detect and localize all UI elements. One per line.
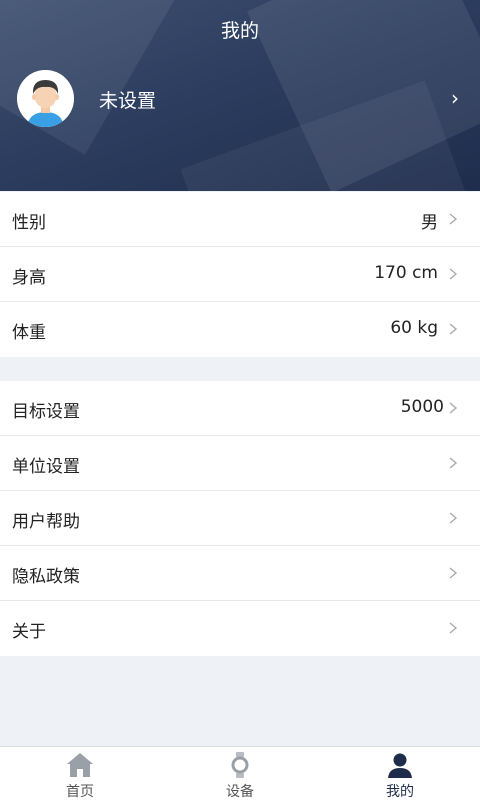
watch-icon xyxy=(231,752,249,778)
row-value: 男 xyxy=(421,213,438,233)
row-label: 性别 xyxy=(12,213,46,233)
tab-home[interactable]: 首页 xyxy=(20,747,140,800)
row-privacy-policy[interactable]: 隐私政策 xyxy=(0,546,480,601)
row-label: 隐私政策 xyxy=(12,567,80,587)
person-icon xyxy=(388,753,412,778)
tab-device[interactable]: 设备 xyxy=(180,747,300,800)
chevron-right-icon xyxy=(449,622,458,634)
tab-label: 设备 xyxy=(226,784,254,800)
row-label: 用户帮助 xyxy=(12,512,80,532)
chevron-right-icon xyxy=(449,457,458,469)
chevron-right-icon xyxy=(449,402,458,414)
profile-header: 我的 未设置 › xyxy=(0,0,480,191)
page-title: 我的 xyxy=(220,20,259,42)
row-value: 170 cm xyxy=(374,263,438,283)
row-unit-settings[interactable]: 单位设置 xyxy=(0,436,480,491)
bottom-tab-bar: 首页 设备 我的 xyxy=(0,746,480,800)
row-label: 关于 xyxy=(12,622,46,642)
row-gender[interactable]: 性别 男 xyxy=(0,192,480,247)
row-goal-settings[interactable]: 目标设置 5000 xyxy=(0,381,480,436)
tab-mine[interactable]: 我的 xyxy=(340,747,460,800)
row-label: 体重 xyxy=(12,323,46,343)
profile-row[interactable]: 未设置 › xyxy=(17,70,467,127)
row-value: 60 kg xyxy=(390,318,438,338)
chevron-right-icon xyxy=(449,323,458,335)
app-settings-group: 目标设置 5000 单位设置 用户帮助 隐私政策 关于 xyxy=(0,381,480,656)
row-value: 5000 xyxy=(400,397,444,417)
row-about[interactable]: 关于 xyxy=(0,601,480,656)
profile-name: 未设置 xyxy=(99,90,157,112)
row-label: 身高 xyxy=(12,268,46,288)
avatar[interactable] xyxy=(17,70,74,127)
avatar-icon xyxy=(17,70,74,127)
row-height[interactable]: 身高 170 cm xyxy=(0,247,480,302)
row-label: 目标设置 xyxy=(12,402,80,422)
chevron-right-icon: › xyxy=(451,86,459,110)
tab-label: 我的 xyxy=(386,784,414,800)
tab-label: 首页 xyxy=(66,784,94,800)
chevron-right-icon xyxy=(449,567,458,579)
home-icon xyxy=(67,753,93,777)
row-weight[interactable]: 体重 60 kg xyxy=(0,302,480,357)
chevron-right-icon xyxy=(449,268,458,280)
row-user-help[interactable]: 用户帮助 xyxy=(0,491,480,546)
row-label: 单位设置 xyxy=(12,457,80,477)
chevron-right-icon xyxy=(449,512,458,524)
chevron-right-icon xyxy=(449,213,458,225)
profile-settings-group: 性别 男 身高 170 cm 体重 60 kg xyxy=(0,192,480,357)
